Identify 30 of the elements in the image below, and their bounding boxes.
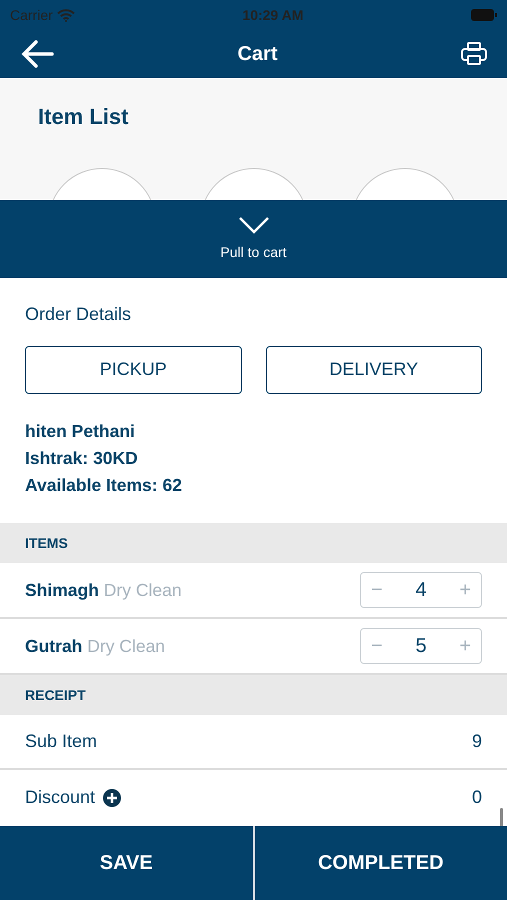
item-name: Gutrah Dry Clean — [25, 634, 166, 658]
chevron-down-icon — [238, 216, 270, 234]
carrier-label: Carrier — [10, 6, 53, 24]
section-header: RECEIPT — [25, 686, 86, 704]
info-text: Ishtrak: 30KD — [25, 446, 139, 470]
pull-bar[interactable]: Pull to cart — [0, 200, 507, 278]
battery-icon — [470, 9, 497, 21]
receipt-value: 9 — [472, 730, 482, 753]
pickup-button[interactable]: PICKUP — [25, 346, 242, 394]
printer-icon[interactable] — [460, 42, 487, 66]
receipt-value: 0 — [472, 786, 482, 809]
status-time: 10:29 AM — [242, 6, 304, 24]
completed-button[interactable]: COMPLETED — [254, 826, 507, 900]
receipt-label: Sub Item — [25, 730, 98, 753]
section-title: Item List — [38, 104, 130, 130]
save-button[interactable]: SAVE — [0, 826, 252, 900]
pull-label: Pull to cart — [220, 242, 287, 262]
screen-title: Cart — [237, 42, 278, 67]
wifi-icon — [56, 8, 75, 22]
quantity-stepper[interactable]: − 4 + — [360, 572, 482, 608]
section-header: ITEMS — [25, 534, 68, 552]
back-arrow-icon[interactable] — [20, 39, 54, 69]
info-text: hiten Pethani — [25, 420, 136, 443]
delivery-button[interactable]: DELIVERY — [266, 346, 482, 394]
quantity-stepper[interactable]: − 5 + — [360, 628, 482, 664]
item-name: Shimagh Dry Clean — [25, 578, 182, 602]
add-icon[interactable] — [103, 788, 122, 806]
info-text: Available Items: 62 — [25, 474, 183, 497]
section-title: Order Details — [25, 304, 132, 326]
receipt-label: Discount — [25, 786, 96, 809]
